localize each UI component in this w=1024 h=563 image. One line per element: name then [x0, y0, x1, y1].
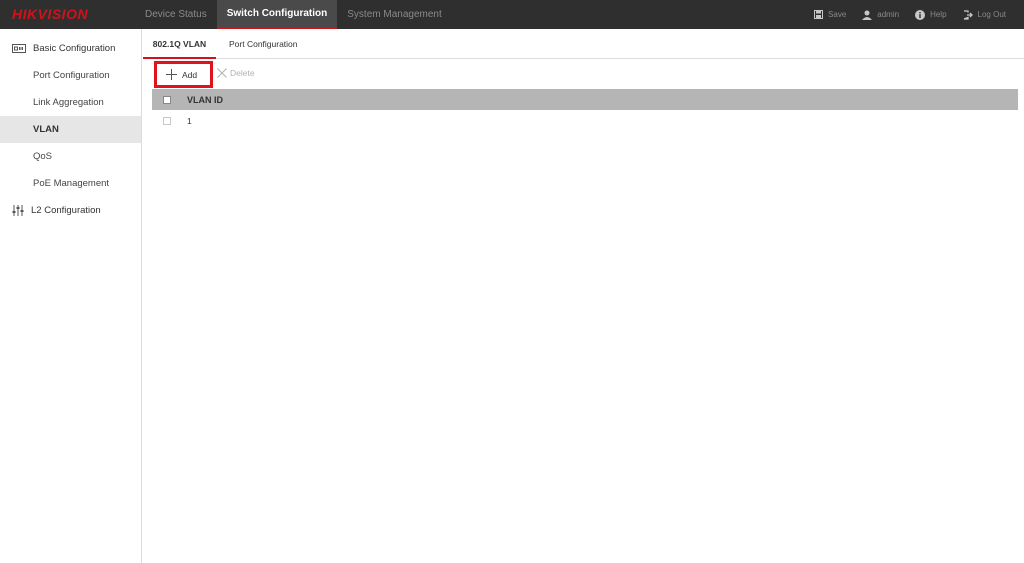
user-icon — [862, 10, 873, 20]
username-label: admin — [877, 10, 900, 19]
tab-port-configuration[interactable]: Port Configuration — [229, 29, 298, 59]
add-label: Add — [182, 69, 198, 80]
nav-switch-configuration[interactable]: Switch Configuration — [216, 0, 338, 29]
logout-button[interactable]: Log Out — [963, 9, 1006, 20]
main-nav: Device Status Switch Configuration Syste… — [135, 0, 452, 29]
tab-bar: 802.1Q VLAN Port Configuration — [143, 29, 1024, 59]
logout-label: Log Out — [977, 10, 1006, 19]
sliders-icon — [12, 205, 24, 216]
tab-802-1q-vlan[interactable]: 802.1Q VLAN — [143, 29, 216, 59]
table-row[interactable]: 1 — [152, 110, 1018, 131]
column-header-vlan-id: VLAN ID — [187, 94, 223, 105]
main-content: 802.1Q VLAN Port Configuration Add Delet… — [143, 29, 1024, 563]
sidebar-item-qos[interactable]: QoS — [0, 143, 141, 170]
add-button[interactable]: Add — [154, 61, 213, 88]
nav-system-management[interactable]: System Management — [337, 0, 452, 29]
save-button[interactable]: Save — [814, 10, 846, 19]
table-header: VLAN ID — [152, 89, 1018, 110]
select-all-checkbox[interactable] — [163, 95, 171, 104]
help-label: Help — [930, 10, 947, 19]
info-icon — [915, 9, 926, 20]
nav-device-status[interactable]: Device Status — [135, 0, 217, 29]
vlan-id-cell: 1 — [187, 115, 192, 126]
header-actions: Save admin Help Log Out — [798, 0, 1006, 29]
sidebar-group-label: Basic Configuration — [33, 43, 116, 54]
delete-label: Delete — [230, 68, 255, 78]
hikvision-logo: HIKVISION — [12, 6, 89, 22]
sidebar-item-port-configuration[interactable]: Port Configuration — [0, 62, 141, 89]
sidebar-group-basic-configuration[interactable]: Basic Configuration — [0, 35, 141, 62]
sidebar-item-link-aggregation[interactable]: Link Aggregation — [0, 89, 141, 116]
basic-config-icon — [12, 44, 26, 53]
save-label: Save — [828, 10, 847, 19]
help-button[interactable]: Help — [915, 9, 947, 20]
save-icon — [814, 10, 824, 19]
top-bar: HIKVISION Device Status Switch Configura… — [0, 0, 1024, 29]
delete-button[interactable]: Delete — [217, 68, 255, 78]
plus-icon — [166, 69, 177, 80]
toolbar: Add Delete — [143, 59, 1024, 89]
sidebar-item-poe-management[interactable]: PoE Management — [0, 170, 141, 197]
logout-icon — [963, 9, 973, 20]
sidebar-group-label: L2 Configuration — [31, 205, 101, 216]
close-icon — [217, 68, 227, 78]
vlan-table: VLAN ID 1 — [152, 89, 1018, 131]
user-menu[interactable]: admin — [862, 10, 899, 20]
row-checkbox[interactable] — [163, 116, 171, 125]
sidebar-item-vlan[interactable]: VLAN — [0, 116, 141, 143]
sidebar-group-l2-configuration[interactable]: L2 Configuration — [0, 197, 141, 224]
sidebar: Basic Configuration Port Configuration L… — [0, 29, 142, 563]
